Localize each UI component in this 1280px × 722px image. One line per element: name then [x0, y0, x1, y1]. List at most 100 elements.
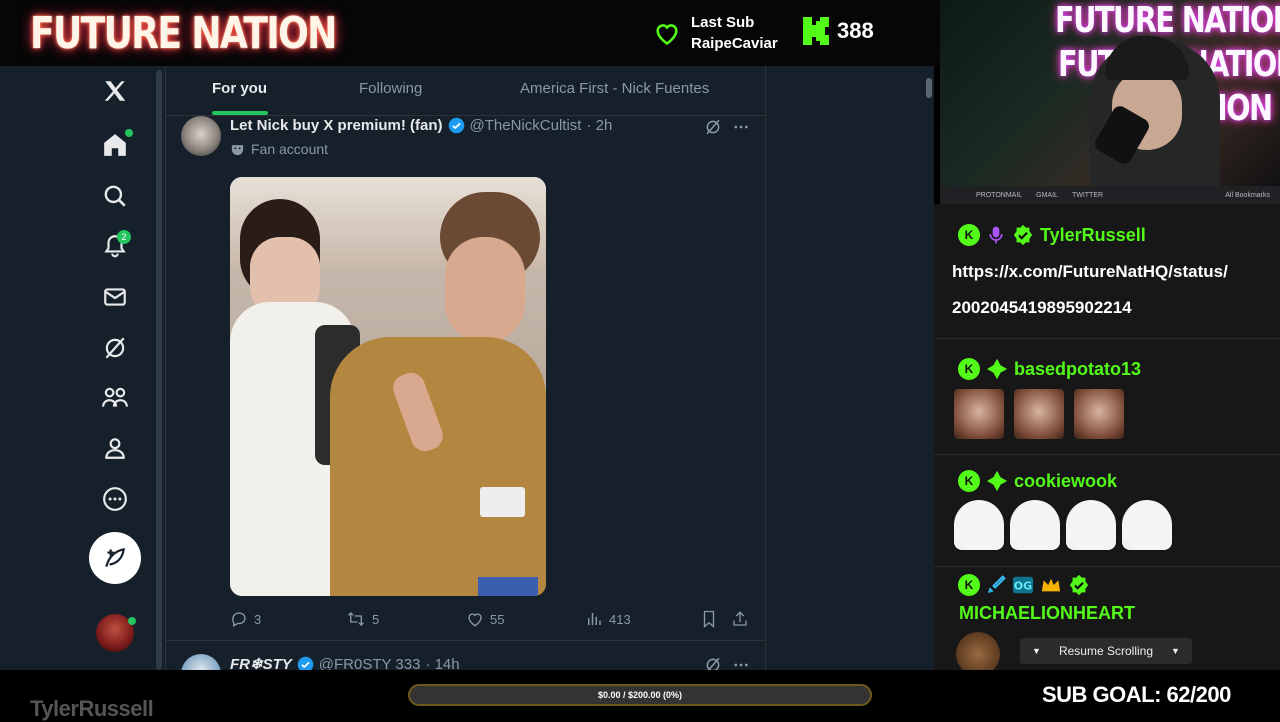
compose-post-button[interactable]: [89, 532, 141, 584]
bookmark-item[interactable]: GMAIL: [1036, 192, 1058, 199]
diamond-badge-icon: [986, 358, 1008, 380]
chat-username-row: K TylerRussell: [958, 224, 1146, 246]
kick-logo-icon: [803, 17, 829, 45]
tweet-author-name[interactable]: FR❄STY: [230, 655, 292, 670]
grok-icon[interactable]: [88, 326, 142, 370]
views-button[interactable]: 413: [585, 610, 631, 628]
chat-link[interactable]: 2002045419895902214: [952, 290, 1272, 326]
share-icon: [733, 611, 747, 626]
caret-down-icon: ▼: [1032, 646, 1041, 656]
verified-badge-icon: [448, 117, 464, 134]
follower-counter: 388: [803, 17, 874, 45]
kick-badge-icon: K: [958, 470, 980, 492]
tip-goal-progress: $0.00 / $200.00 (0%): [408, 684, 872, 706]
mic-badge-icon: [989, 226, 1003, 244]
resume-label: Resume Scrolling: [1058, 644, 1154, 658]
x-logo-icon[interactable]: [88, 69, 142, 113]
home-icon[interactable]: [88, 123, 142, 167]
emote-soyjak: [1066, 500, 1116, 550]
sidebar-scrollbar[interactable]: [156, 70, 162, 670]
tweet-time[interactable]: · 14h: [425, 656, 459, 671]
webcam-feed: FUTURE NATION FUTURE NATION NATION: [940, 0, 1280, 186]
chat-username[interactable]: cookiewook: [1014, 471, 1117, 492]
tab-following[interactable]: Following: [359, 80, 422, 97]
more-options-icon[interactable]: [732, 656, 750, 670]
home-unread-dot: [125, 129, 133, 137]
sword-badge-icon: [987, 575, 1006, 594]
streamer-name-watermark: TylerRussell: [30, 696, 154, 721]
last-sub-label: Last Sub: [691, 14, 755, 31]
chat-username[interactable]: TylerRussell: [1040, 225, 1146, 246]
analytics-icon: [588, 613, 601, 625]
chat-username[interactable]: MICHAELIONHEART: [959, 603, 1135, 624]
mask-icon: [231, 144, 244, 155]
bookmark-item[interactable]: TWITTER: [1072, 192, 1103, 199]
more-icon[interactable]: [88, 477, 142, 521]
tweet-avatar[interactable]: [181, 654, 221, 670]
tweet-author-handle[interactable]: @FR0STY 333: [319, 656, 421, 671]
tab-list[interactable]: America First - Nick Fuentes: [520, 80, 709, 97]
heart-icon: [468, 613, 482, 627]
reply-count: 3: [254, 611, 262, 627]
emote-soyjak: [1122, 500, 1172, 550]
grok-icon[interactable]: [704, 656, 722, 670]
tweet[interactable]: FR❄STY @FR0STY 333 · 14h: [166, 652, 765, 671]
diamond-badge-icon: [986, 470, 1008, 492]
chat-username-row: K cookiewook: [958, 470, 1117, 492]
kick-badge-icon: K: [958, 358, 980, 380]
grok-icon[interactable]: [704, 118, 722, 136]
heart-icon: [656, 24, 678, 46]
view-count: 413: [609, 611, 631, 627]
bookmark-icon: [703, 610, 715, 628]
reply-button[interactable]: 3: [230, 610, 261, 628]
chat-emotes: [954, 500, 1178, 555]
share-button[interactable]: [731, 610, 749, 628]
brand-logo: FUTURE NATION: [30, 8, 337, 59]
bell-icon[interactable]: 2: [88, 224, 142, 268]
scrollbar-thumb[interactable]: [926, 78, 932, 98]
tab-for-you[interactable]: For you: [212, 80, 267, 97]
neon-sign-line: FUTURE NATION: [1055, 0, 1280, 41]
chat-username-row: K basedpotato13: [958, 358, 1141, 380]
tweet-author-handle[interactable]: @TheNickCultist: [470, 117, 582, 134]
page-scrollbar[interactable]: [925, 70, 933, 670]
tweet-video[interactable]: [230, 177, 546, 596]
bookmark-button[interactable]: [701, 610, 717, 628]
notifications-badge: 2: [117, 230, 131, 244]
tweet-actions: 3 5 55 413: [230, 610, 750, 630]
chat-username[interactable]: basedpotato13: [1014, 359, 1141, 380]
kick-badge-icon: K: [958, 224, 980, 246]
follower-count: 388: [837, 18, 874, 43]
more-options-icon[interactable]: [732, 118, 750, 136]
account-avatar[interactable]: [88, 611, 142, 655]
profile-icon[interactable]: [88, 426, 142, 470]
repost-button[interactable]: 5: [346, 610, 379, 628]
last-sub-name: RaipeCaviar: [691, 35, 778, 52]
resume-scrolling-button[interactable]: ▼ Resume Scrolling ▼: [1020, 638, 1192, 664]
svg-text:OG: OG: [1014, 580, 1032, 593]
emote-soyjak: [1010, 500, 1060, 550]
mail-icon[interactable]: [88, 275, 142, 319]
og-badge-icon: OG: [1012, 576, 1034, 594]
chat-badge-row: K OG: [958, 574, 1090, 596]
emote-soyjak: [954, 500, 1004, 550]
kick-badge-icon: K: [958, 574, 980, 596]
online-dot: [128, 617, 136, 625]
verified-badge-icon: [1013, 224, 1033, 246]
verified-badge-icon: [1069, 574, 1089, 596]
tweet-avatar[interactable]: [181, 116, 221, 156]
like-count: 55: [490, 611, 505, 627]
bookmark-item[interactable]: All Bookmarks: [1225, 192, 1270, 199]
tweet[interactable]: Let Nick buy X premium! (fan) @TheNickCu…: [166, 116, 765, 641]
like-button[interactable]: 55: [466, 610, 504, 628]
communities-icon[interactable]: [88, 376, 142, 420]
bookmark-item[interactable]: PROTONMAIL: [976, 192, 1022, 199]
search-icon[interactable]: [88, 174, 142, 218]
tweet-time[interactable]: · 2h: [586, 117, 612, 134]
tweet-author-name[interactable]: Let Nick buy X premium! (fan): [230, 117, 443, 134]
emote-face: [1074, 389, 1124, 439]
timeline-tabs: For you Following America First - Nick F…: [166, 66, 765, 116]
account-label: Fan account: [251, 141, 329, 157]
chat-link[interactable]: https://x.com/FutureNatHQ/status/: [952, 254, 1272, 290]
repost-icon: [348, 612, 364, 626]
